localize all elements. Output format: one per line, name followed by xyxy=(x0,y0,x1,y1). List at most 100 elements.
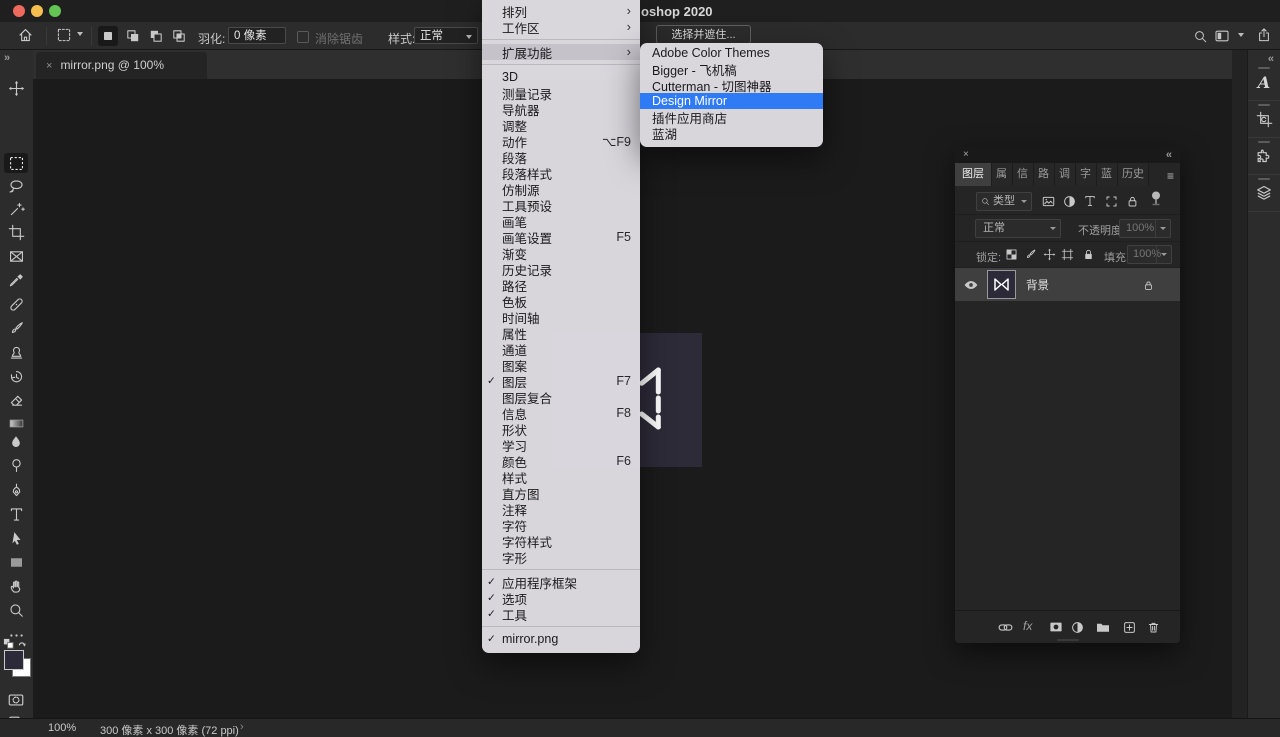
menu-item-label: 3D xyxy=(502,70,631,84)
close-tab-icon[interactable]: × xyxy=(46,60,52,72)
subtract-from-selection-button[interactable] xyxy=(146,26,166,46)
rectangle-tool[interactable] xyxy=(7,553,25,571)
panel-tab-other[interactable]: 信 xyxy=(1013,163,1034,186)
filter-pixel-layers-icon[interactable] xyxy=(1039,192,1057,210)
menu-item[interactable]: 字形 xyxy=(482,549,640,565)
path-select-tool[interactable] xyxy=(7,529,25,547)
dodge-tool[interactable] xyxy=(7,456,25,474)
layers-panel-button[interactable] xyxy=(1248,175,1280,212)
status-chevron-icon[interactable]: › xyxy=(240,721,244,733)
clone-stamp-tool[interactable] xyxy=(7,343,25,361)
menu-item[interactable]: 工作区› xyxy=(482,19,640,35)
filter-smart-objects-icon[interactable] xyxy=(1123,192,1141,210)
blur-tool[interactable] xyxy=(7,433,25,451)
workspace-chevron-icon[interactable] xyxy=(1238,33,1244,37)
document-tab[interactable]: ×mirror.png @ 100%(RGB/8) xyxy=(36,52,207,79)
plugins-panel-button[interactable] xyxy=(1248,138,1280,175)
panel-tab-other[interactable]: 字 xyxy=(1076,163,1097,186)
glyphs-panel-button[interactable]: A xyxy=(1248,64,1280,101)
filter-adjustment-layers-icon[interactable] xyxy=(1060,192,1078,210)
new-layer-icon[interactable] xyxy=(1120,618,1138,636)
fill-input[interactable]: 100% xyxy=(1127,245,1172,264)
pen-tool[interactable] xyxy=(7,481,25,499)
search-icon[interactable] xyxy=(1191,27,1209,45)
submenu-item[interactable]: Cutterman - 切图神器 xyxy=(640,77,823,93)
history-brush-tool[interactable] xyxy=(7,367,25,385)
select-and-mask-button[interactable]: 选择并遮住... xyxy=(656,25,751,44)
magic-wand-tool[interactable] xyxy=(7,200,25,218)
layer-visibility-eye-icon[interactable] xyxy=(962,276,980,294)
panel-menu-icon[interactable]: ≡ xyxy=(1167,169,1174,183)
marquee-tool[interactable] xyxy=(7,154,25,172)
feather-input[interactable]: 0 像素 xyxy=(228,27,286,44)
panel-tab-layers-active[interactable]: 图层 xyxy=(955,163,992,186)
layer-lock-icon xyxy=(1139,276,1157,294)
minimize-window-button[interactable] xyxy=(31,5,43,17)
close-window-button[interactable] xyxy=(13,5,25,17)
antialias-checkbox[interactable] xyxy=(297,31,309,43)
panel-tab-other[interactable]: 属 xyxy=(992,163,1013,186)
zoom-level[interactable]: 100% xyxy=(48,722,76,734)
home-button[interactable] xyxy=(16,26,34,44)
type-tool[interactable] xyxy=(7,505,25,523)
foreground-color-swatch[interactable] xyxy=(4,650,24,670)
move-tool[interactable] xyxy=(7,79,25,97)
panel-close-icon[interactable]: × xyxy=(963,149,969,160)
layer-style-fx-icon[interactable]: fx xyxy=(1023,619,1032,633)
layer-name[interactable]: 背景 xyxy=(1026,277,1049,293)
panel-collapse-icon[interactable]: « xyxy=(1166,149,1172,161)
swap-colors-icon[interactable] xyxy=(17,638,28,649)
eraser-tool[interactable] xyxy=(7,391,25,409)
style-dropdown[interactable]: 正常 xyxy=(414,27,478,44)
tool-preset-chevron-icon[interactable] xyxy=(77,32,83,36)
lock-pixels-icon[interactable] xyxy=(1021,245,1039,263)
panel-tab-other[interactable]: 历史 xyxy=(1118,163,1149,186)
brush-tool[interactable] xyxy=(7,319,25,337)
cutterman-panel-button[interactable] xyxy=(1248,101,1280,138)
eyedropper-tool[interactable] xyxy=(7,271,25,289)
tools-expand-icon[interactable]: » xyxy=(4,52,10,64)
lasso-tool[interactable] xyxy=(7,177,25,195)
slice-tool[interactable] xyxy=(7,247,25,265)
hand-tool[interactable] xyxy=(7,577,25,595)
share-icon[interactable] xyxy=(1255,26,1273,44)
zoom-tool[interactable] xyxy=(7,601,25,619)
add-to-selection-button[interactable] xyxy=(123,26,143,46)
opacity-input[interactable]: 100% xyxy=(1119,219,1171,238)
intersect-selection-button[interactable] xyxy=(169,26,189,46)
lock-position-icon[interactable] xyxy=(1040,245,1058,263)
layer-row-background[interactable]: 背景 xyxy=(955,268,1180,301)
filter-shape-layers-icon[interactable] xyxy=(1102,192,1120,210)
default-colors-icon[interactable] xyxy=(3,638,14,649)
filter-type-dropdown[interactable]: 类型 xyxy=(976,192,1032,211)
filter-toggle-icon[interactable] xyxy=(1147,190,1165,208)
panel-tab-other[interactable]: 路 xyxy=(1034,163,1055,186)
panel-resize-grip[interactable] xyxy=(1057,639,1079,641)
link-layers-icon[interactable] xyxy=(996,618,1014,636)
new-group-icon[interactable] xyxy=(1094,618,1112,636)
lock-artboard-icon[interactable] xyxy=(1058,245,1076,263)
blend-mode-dropdown[interactable]: 正常 xyxy=(975,219,1061,238)
layer-thumbnail[interactable] xyxy=(987,270,1016,299)
lock-all-icon[interactable] xyxy=(1079,245,1097,263)
marquee-tool-preset-icon[interactable] xyxy=(55,26,73,44)
filter-type-layers-icon[interactable] xyxy=(1081,192,1099,210)
gradient-tool[interactable] xyxy=(7,414,25,432)
workspace-switcher-icon[interactable] xyxy=(1213,27,1231,45)
new-adjustment-layer-icon[interactable] xyxy=(1068,618,1086,636)
zoom-window-button[interactable] xyxy=(49,5,61,17)
submenu-item[interactable]: 蓝湖 xyxy=(640,125,823,141)
panel-tab-other[interactable]: 蓝 xyxy=(1097,163,1118,186)
healing-brush-tool[interactable] xyxy=(7,295,25,313)
menu-item-extensions[interactable]: 扩展功能› xyxy=(482,44,640,60)
crop-tool[interactable] xyxy=(7,223,25,241)
add-layer-mask-icon[interactable] xyxy=(1047,618,1065,636)
quick-mask-button[interactable] xyxy=(7,691,25,709)
menu-item[interactable]: ✓工具 xyxy=(482,606,640,622)
menu-item[interactable]: ✓mirror.png xyxy=(482,631,640,647)
lock-transparency-icon[interactable] xyxy=(1002,245,1020,263)
panel-grip xyxy=(1258,104,1270,106)
delete-layer-icon[interactable] xyxy=(1144,618,1162,636)
new-selection-button[interactable] xyxy=(98,26,118,46)
panel-tab-other[interactable]: 调 xyxy=(1055,163,1076,186)
